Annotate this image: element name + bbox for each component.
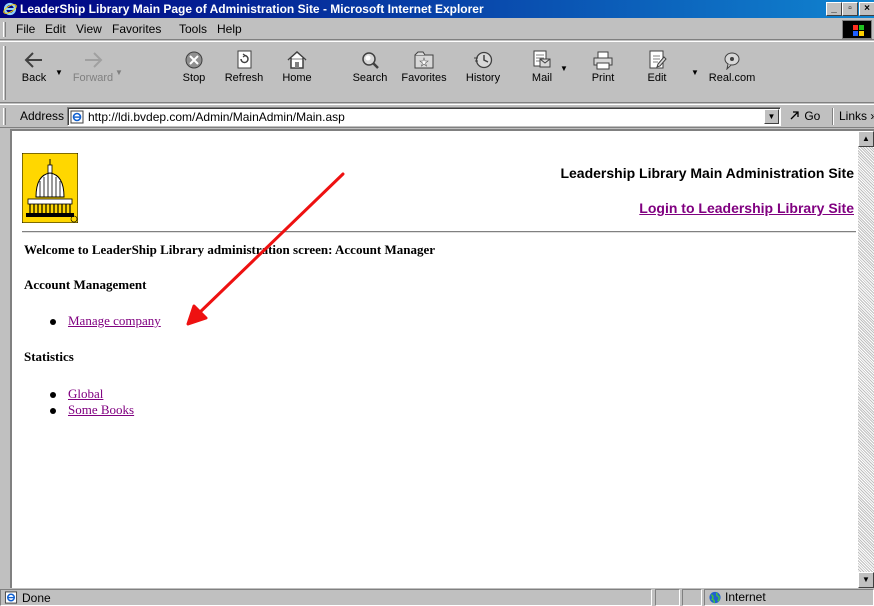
web-page: Leadership Library Main Administration S… — [12, 131, 860, 588]
forward-button[interactable]: Forward — [68, 46, 118, 98]
back-button[interactable]: Back — [9, 46, 59, 98]
content-frame: Leadership Library Main Administration S… — [10, 129, 874, 588]
home-icon — [287, 50, 307, 69]
menu-file[interactable]: File — [16, 22, 35, 37]
menu-help[interactable]: Help — [217, 22, 242, 37]
page-ie-icon — [70, 110, 84, 124]
windows-logo-icon — [842, 20, 872, 39]
back-dropdown-arrow[interactable]: ▼ — [55, 68, 63, 77]
globe-icon — [709, 591, 721, 604]
refresh-button[interactable]: Refresh — [219, 46, 269, 98]
favorites-button[interactable]: Favorites — [399, 46, 449, 98]
back-arrow-icon — [24, 52, 42, 68]
stop-icon — [185, 51, 203, 69]
printer-icon — [593, 51, 613, 70]
mail-dropdown-arrow[interactable]: ▼ — [560, 64, 568, 73]
toolbar-grip — [3, 46, 6, 100]
menu-view[interactable]: View — [76, 22, 102, 37]
title-bar[interactable]: LeaderShip Library Main Page of Administ… — [0, 0, 874, 18]
links-separator — [832, 108, 834, 125]
page-status-icon — [4, 591, 18, 604]
search-button[interactable]: Search — [345, 46, 395, 98]
mail-icon — [533, 50, 551, 68]
window-title: LeaderShip Library Main Page of Administ… — [20, 2, 484, 16]
address-bar: Address http://ldi.bvdep.com/Admin/MainA… — [0, 104, 874, 128]
maximize-button[interactable]: ▫ — [842, 2, 858, 16]
zone-text: Internet — [725, 590, 766, 604]
menu-bar: File Edit View Favorites Tools Help — [0, 19, 874, 40]
forward-arrow-icon — [85, 52, 103, 68]
address-grip — [3, 108, 6, 125]
realcom-button[interactable]: Real.com — [704, 46, 760, 98]
go-arrow-icon — [790, 111, 799, 120]
menu-favorites[interactable]: Favorites — [112, 22, 161, 37]
realcom-icon — [724, 52, 740, 70]
favorites-folder-icon — [414, 51, 434, 69]
minimize-button[interactable]: _ — [826, 2, 842, 16]
history-button[interactable]: History — [458, 46, 508, 98]
address-label: Address — [20, 109, 65, 123]
browser-window: LeaderShip Library Main Page of Administ… — [0, 0, 874, 606]
address-dropdown-button[interactable]: ▼ — [764, 109, 779, 124]
search-icon — [362, 52, 379, 69]
close-button[interactable]: × — [859, 2, 874, 16]
forward-dropdown-arrow[interactable]: ▼ — [115, 68, 123, 77]
print-button[interactable]: Print — [578, 46, 628, 98]
menu-edit[interactable]: Edit — [45, 22, 66, 37]
edit-dropdown-arrow[interactable]: ▼ — [691, 68, 699, 77]
go-button[interactable]: Go — [789, 108, 820, 125]
home-button[interactable]: Home — [272, 46, 322, 98]
status-panel — [655, 589, 680, 606]
status-text: Done — [22, 591, 51, 605]
status-panel — [682, 589, 702, 606]
standard-toolbar: Back ▼ Forward ▼ Stop Refresh Home Searc… — [0, 41, 874, 103]
history-clock-icon — [474, 51, 493, 69]
status-main-panel: Done — [0, 589, 652, 606]
address-input[interactable]: http://ldi.bvdep.com/Admin/MainAdmin/Mai… — [67, 107, 781, 126]
status-zone-panel: Internet — [704, 589, 874, 606]
menu-tools[interactable]: Tools — [179, 22, 207, 37]
ie-logo-icon — [3, 2, 17, 16]
scroll-up-button[interactable]: ▲ — [858, 131, 874, 147]
edit-button[interactable]: Edit — [632, 46, 682, 98]
menu-grip — [3, 22, 6, 37]
edit-page-icon — [649, 50, 667, 69]
address-url: http://ldi.bvdep.com/Admin/MainAdmin/Mai… — [88, 110, 345, 124]
stop-button[interactable]: Stop — [169, 46, 219, 98]
refresh-icon — [237, 50, 252, 69]
annotation-arrow — [186, 172, 345, 326]
vertical-scrollbar[interactable]: ▲ ▼ — [858, 131, 874, 588]
scroll-down-button[interactable]: ▼ — [858, 572, 874, 588]
status-bar: Done Internet — [0, 588, 874, 606]
links-button[interactable]: Links » — [839, 109, 874, 123]
